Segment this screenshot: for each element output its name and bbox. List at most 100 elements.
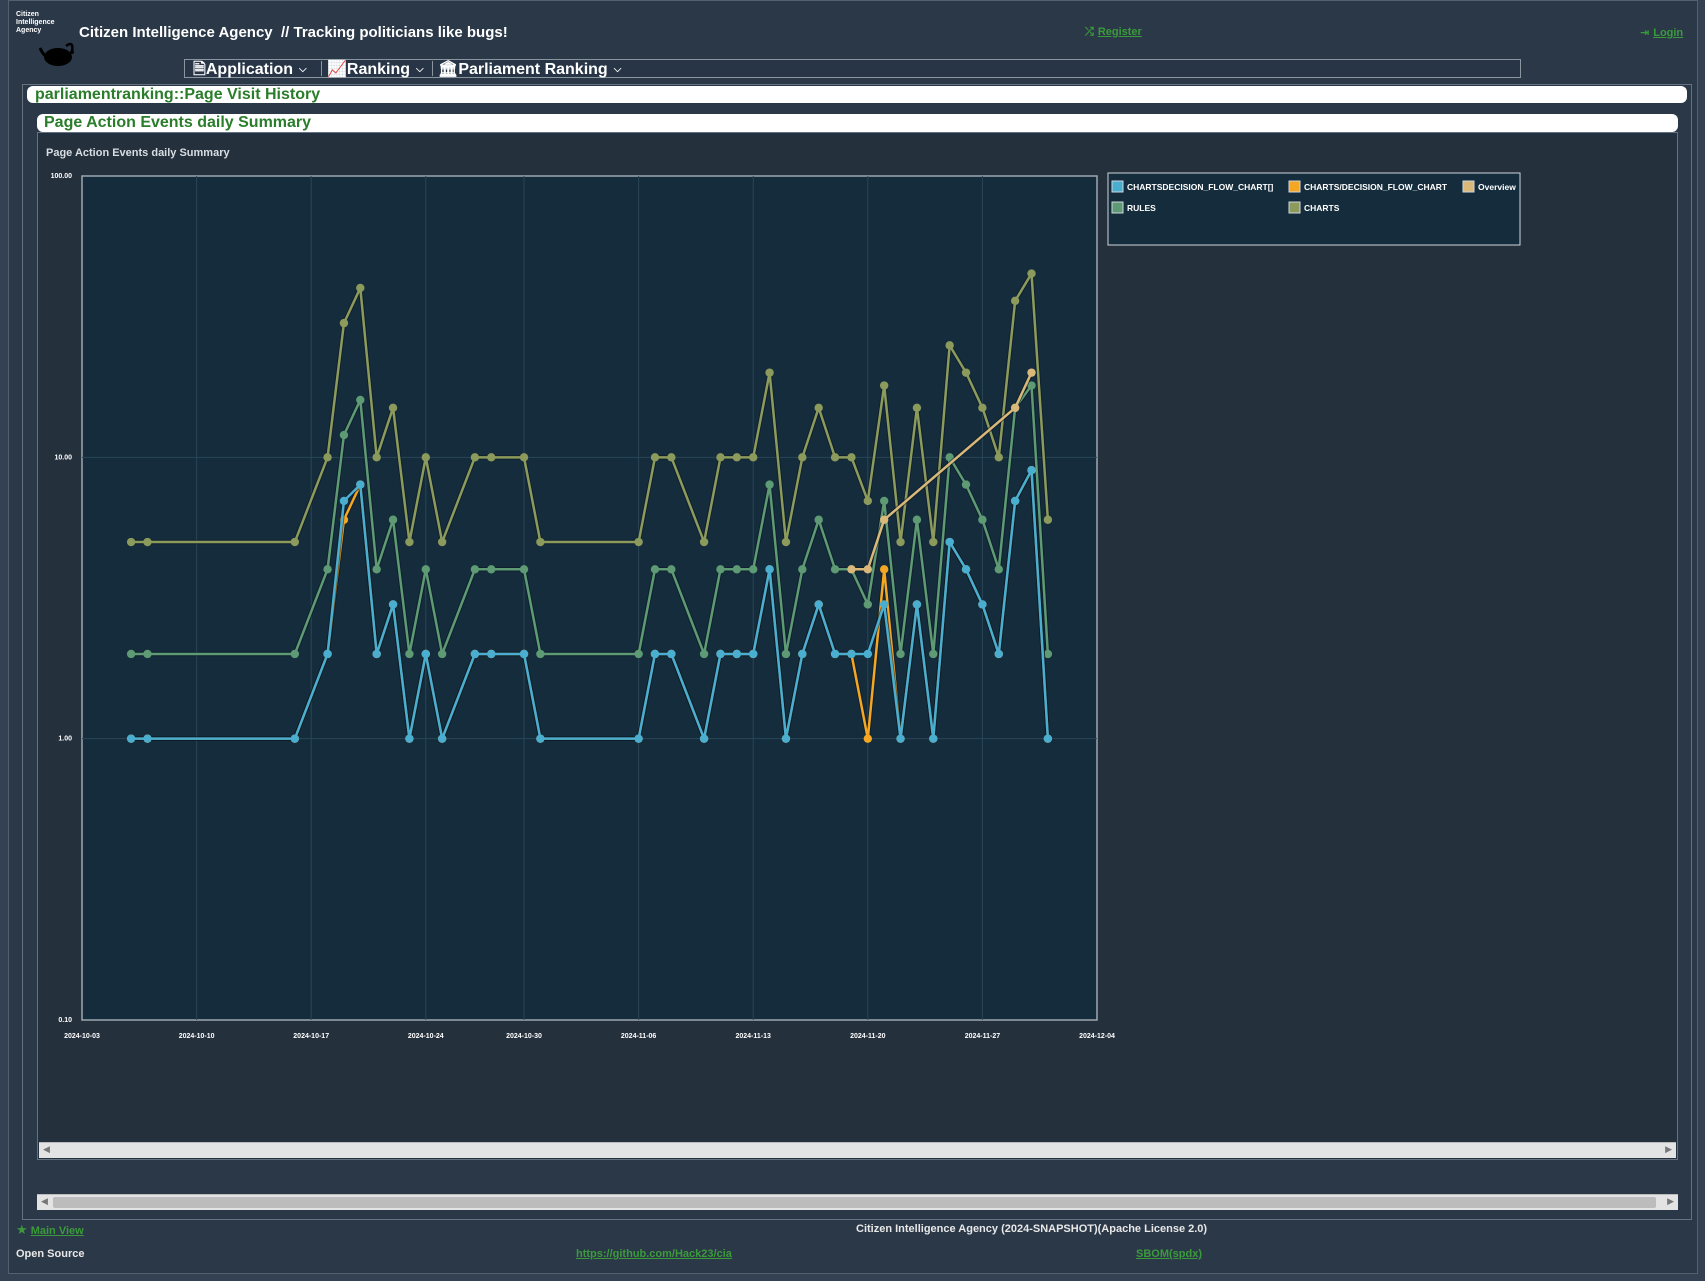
panel-caption-text: Page Action Events daily Summary [44, 114, 312, 131]
scroll-left-icon[interactable]: ◀ [43, 1144, 50, 1155]
chevron-down-icon: ⌵ [416, 64, 424, 75]
y-tick-label: 100.00 [51, 173, 73, 180]
scroll-right-icon[interactable]: ▶ [1665, 1144, 1672, 1155]
login-link[interactable]: ⇥ Login [1640, 26, 1683, 39]
main-view-link[interactable]: ★ Main View [16, 1222, 84, 1238]
data-point [994, 453, 1003, 462]
legend-item: Overview [1462, 180, 1516, 193]
data-point [634, 537, 643, 547]
x-tick-label: 2024-10-30 [506, 1033, 542, 1040]
data-point [290, 649, 300, 659]
data-point [945, 341, 954, 350]
data-point [830, 565, 840, 574]
menu-application-label[interactable]: Application [206, 61, 293, 78]
data-point [814, 600, 823, 609]
data-point [765, 480, 774, 489]
data-point [781, 649, 791, 659]
scrollbar-thumb[interactable] [53, 1197, 1656, 1208]
data-point [339, 496, 349, 506]
data-point [732, 565, 742, 574]
file-icon: 🗎 [193, 61, 206, 78]
y-tick-label: 0.10 [58, 1017, 72, 1024]
data-point [879, 565, 889, 574]
data-point [421, 565, 430, 574]
data-point [961, 480, 971, 489]
data-point [912, 600, 922, 609]
data-point [863, 600, 873, 609]
data-point [781, 734, 791, 743]
data-point [929, 734, 938, 743]
data-point [650, 565, 660, 574]
site-logo[interactable]: Citizen Intelligence Agency [14, 10, 76, 70]
data-point [879, 496, 889, 506]
data-point [487, 649, 496, 659]
data-point [716, 649, 725, 659]
data-point [519, 565, 529, 574]
menu-application[interactable]: 🗎Application ⌵ [193, 60, 307, 78]
data-point [863, 649, 873, 659]
data-point [1027, 466, 1036, 475]
legend-label: CHARTS/DECISION_FLOW_CHART [1304, 182, 1448, 192]
data-point [634, 734, 643, 743]
data-point [994, 649, 1003, 659]
menu-ranking[interactable]: 📈Ranking ⌵ [327, 60, 424, 78]
scroll-left-icon[interactable]: ◀ [41, 1196, 48, 1207]
data-point [634, 649, 643, 659]
chart-container: Page Action Events daily Summary 100.00 1… [39, 136, 1676, 1142]
legend-swatch [1111, 180, 1124, 193]
data-point [798, 453, 807, 462]
data-point [994, 565, 1003, 574]
data-point [749, 565, 758, 574]
data-point [978, 515, 987, 524]
data-point [372, 565, 381, 574]
login-label[interactable]: Login [1653, 27, 1683, 39]
legend-item: CHARTS/DECISION_FLOW_CHART [1288, 180, 1448, 193]
data-point [798, 565, 807, 574]
panel-scrollbar[interactable]: ◀ ▶ [37, 1194, 1678, 1210]
y-tick-label: 10.00 [54, 454, 72, 461]
register-link[interactable]: ⤮ Register [1085, 26, 1142, 39]
scroll-right-icon[interactable]: ▶ [1667, 1196, 1674, 1207]
data-point [1010, 296, 1020, 306]
data-point [667, 649, 676, 659]
data-point [388, 403, 398, 412]
data-point [356, 480, 365, 489]
data-point [896, 537, 905, 547]
menu-parliament-ranking[interactable]: 🏛Parliament Ranking ⌵ [438, 60, 622, 78]
x-tick-label: 2024-10-24 [408, 1033, 444, 1040]
data-point [896, 734, 905, 743]
line-chart-icon: 📈 [327, 61, 347, 78]
data-point [339, 318, 349, 328]
institution-icon: 🏛 [438, 61, 459, 78]
github-link[interactable]: https://github.com/Hack23/cia [576, 1248, 732, 1260]
data-point [765, 565, 774, 574]
register-label[interactable]: Register [1098, 26, 1142, 38]
data-point [470, 649, 480, 659]
x-tick-label: 2024-11-20 [850, 1033, 886, 1040]
data-point [1010, 403, 1020, 412]
chart-scrollbar[interactable]: ◀ ▶ [39, 1142, 1676, 1158]
data-point [749, 649, 758, 659]
main-menu-bar: 🗎Application ⌵ 📈Ranking ⌵ 🏛Parliament Rank… [184, 59, 1521, 78]
data-point [143, 649, 152, 659]
data-point [929, 649, 938, 659]
data-point [650, 453, 660, 462]
menu-parliament-ranking-label[interactable]: Parliament Ranking [458, 61, 607, 78]
main-view-label[interactable]: Main View [31, 1225, 84, 1237]
chevron-down-icon: ⌵ [613, 64, 622, 75]
data-point [716, 565, 725, 574]
menu-ranking-label[interactable]: Ranking [347, 61, 410, 78]
x-tick-label: 2024-11-13 [735, 1033, 771, 1040]
data-point [143, 537, 152, 547]
data-point [405, 537, 414, 547]
data-point [699, 649, 709, 659]
data-point [912, 403, 922, 412]
data-point [716, 453, 725, 462]
data-point [1027, 368, 1036, 377]
data-point [879, 600, 889, 609]
data-point [126, 649, 136, 659]
sbom-link[interactable]: SBOM(spdx) [1136, 1248, 1202, 1260]
legend-swatch [1111, 201, 1124, 214]
data-point [405, 734, 414, 743]
data-point [879, 515, 889, 524]
